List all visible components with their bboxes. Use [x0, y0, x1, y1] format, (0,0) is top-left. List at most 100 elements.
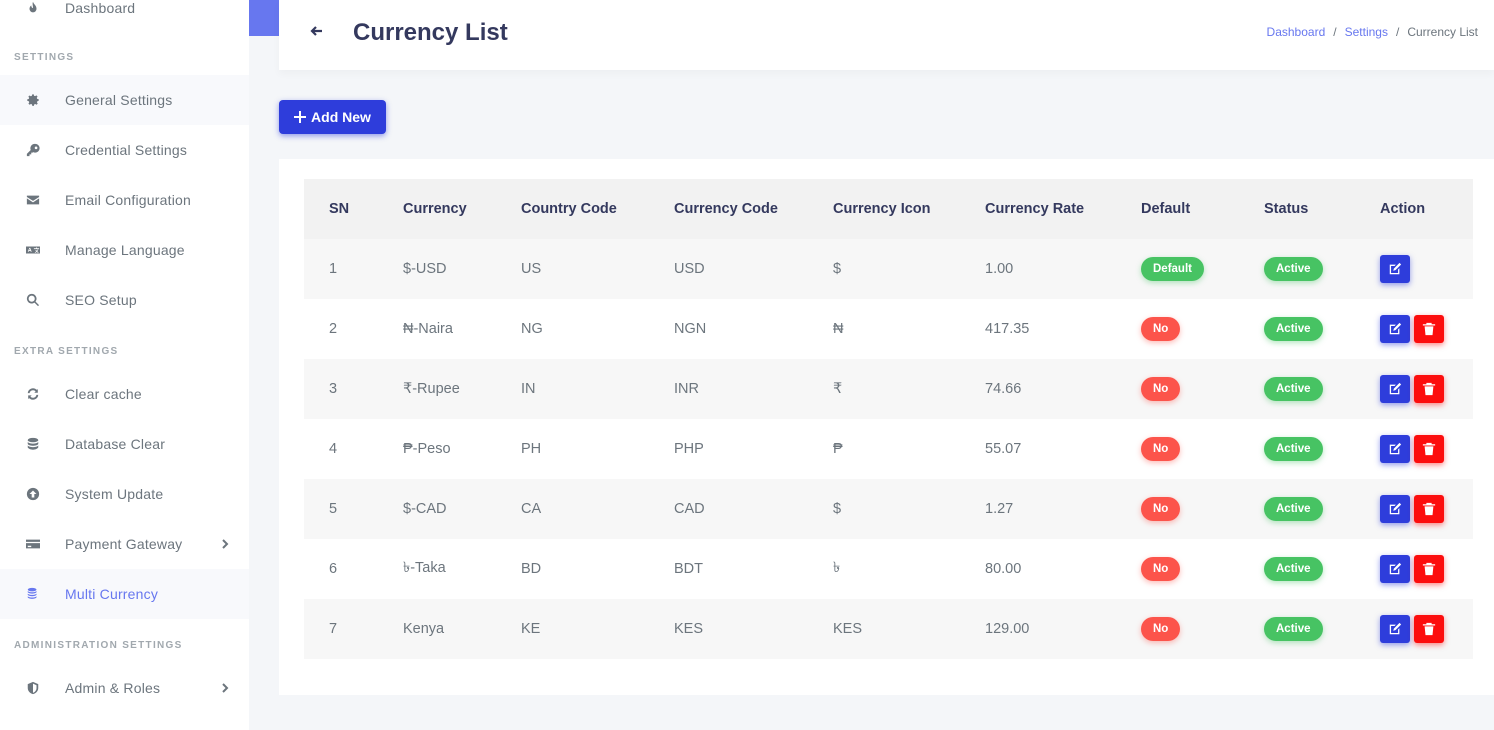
- delete-button[interactable]: [1414, 435, 1444, 463]
- trash-icon: [1422, 622, 1436, 636]
- cell-currency: $-CAD: [403, 501, 447, 517]
- delete-button[interactable]: [1414, 615, 1444, 643]
- envelope-icon: [25, 192, 41, 208]
- status-badge[interactable]: Active: [1264, 557, 1323, 581]
- trash-icon: [1422, 562, 1436, 576]
- status-badge[interactable]: Active: [1264, 317, 1323, 341]
- default-badge[interactable]: No: [1141, 437, 1181, 461]
- cell-country-code: US: [521, 261, 542, 277]
- cell-currency-icon: $: [833, 261, 842, 277]
- sidebar-item-admin-roles[interactable]: Admin & Roles: [0, 663, 249, 713]
- edit-button[interactable]: [1380, 615, 1410, 643]
- status-badge[interactable]: Active: [1264, 257, 1323, 281]
- cell-currency: Kenya: [403, 621, 445, 637]
- breadcrumb-settings[interactable]: Settings: [1345, 25, 1388, 39]
- edit-icon: [1388, 382, 1402, 396]
- column-header-sn[interactable]: SN: [329, 179, 349, 239]
- default-badge[interactable]: No: [1141, 557, 1181, 581]
- cell-sn: 7: [329, 621, 338, 637]
- status-badge[interactable]: Active: [1264, 377, 1323, 401]
- page-title: Currency List: [353, 19, 508, 46]
- cell-status: Active: [1264, 239, 1323, 299]
- sidebar-item-label: Multi Currency: [65, 586, 159, 602]
- cell-currency-code: BDT: [674, 561, 703, 577]
- edit-button[interactable]: [1380, 555, 1410, 583]
- cell-status: Active: [1264, 539, 1323, 599]
- cell-action: [1380, 359, 1444, 419]
- back-button[interactable]: [310, 24, 326, 40]
- sidebar-item-label: Credential Settings: [65, 142, 188, 158]
- status-badge[interactable]: Active: [1264, 497, 1323, 521]
- cell-status: Active: [1264, 299, 1323, 359]
- delete-button[interactable]: [1414, 375, 1444, 403]
- breadcrumb-separator: /: [1395, 25, 1400, 39]
- cell-default: No: [1141, 479, 1181, 539]
- cell-action: [1380, 419, 1444, 479]
- default-badge[interactable]: No: [1141, 377, 1181, 401]
- coins-icon: [25, 586, 41, 602]
- sidebar-item-dashboard[interactable]: Dashboard: [0, 0, 249, 33]
- cell-status: Active: [1264, 419, 1323, 479]
- column-header-currency-icon[interactable]: Currency Icon: [833, 179, 931, 239]
- cell-sn: 1: [329, 261, 338, 277]
- breadcrumb-dashboard[interactable]: Dashboard: [1267, 25, 1326, 39]
- status-badge[interactable]: Active: [1264, 437, 1323, 461]
- fire-icon: [25, 0, 41, 16]
- delete-button[interactable]: [1414, 495, 1444, 523]
- sidebar-item-email-configuration[interactable]: Email Configuration: [0, 175, 249, 225]
- column-header-currency-rate[interactable]: Currency Rate: [985, 179, 1084, 239]
- cell-status: Active: [1264, 479, 1323, 539]
- database-icon: [25, 436, 41, 452]
- table-row: 2 ₦-Naira NG NGN ₦ 417.35 No Active: [304, 299, 1473, 359]
- edit-button[interactable]: [1380, 315, 1410, 343]
- table-row: 7 Kenya KE KES KES 129.00 No Active: [304, 599, 1473, 659]
- edit-button[interactable]: [1380, 255, 1410, 283]
- column-header-currency-code[interactable]: Currency Code: [674, 179, 778, 239]
- default-badge[interactable]: No: [1141, 617, 1181, 641]
- edit-button[interactable]: [1380, 435, 1410, 463]
- column-header-default[interactable]: Default: [1141, 179, 1190, 239]
- currency-table: SN Currency Country Code Currency Code C…: [304, 179, 1473, 659]
- table-row: 4 ₱-Peso PH PHP ₱ 55.07 No Active: [304, 419, 1473, 479]
- sidebar-item-payment-gateway[interactable]: Payment Gateway: [0, 519, 249, 569]
- sidebar-item-credential-settings[interactable]: Credential Settings: [0, 125, 249, 175]
- search-icon: [25, 292, 41, 308]
- table-row: 5 $-CAD CA CAD $1.27 No Active: [304, 479, 1473, 539]
- cell-sn: 6: [329, 561, 338, 577]
- sidebar-item-general-settings[interactable]: General Settings: [0, 75, 249, 125]
- sidebar-item-label: Email Configuration: [65, 192, 191, 208]
- trash-icon: [1422, 382, 1436, 396]
- cell-country-code: CA: [521, 501, 542, 517]
- status-badge[interactable]: Active: [1264, 617, 1323, 641]
- cell-currency-icon: ₦: [833, 321, 844, 337]
- delete-button[interactable]: [1414, 315, 1444, 343]
- column-header-currency[interactable]: Currency: [403, 179, 467, 239]
- cell-default: No: [1141, 359, 1181, 419]
- sidebar-item-system-update[interactable]: System Update: [0, 469, 249, 519]
- sidebar-item-database-clear[interactable]: Database Clear: [0, 419, 249, 469]
- sidebar-item-multi-currency[interactable]: Multi Currency: [0, 569, 249, 619]
- add-new-button[interactable]: Add New: [279, 100, 386, 134]
- sidebar-section-settings: SETTINGS: [14, 52, 75, 63]
- sidebar-section-administration: ADMINISTRATION SETTINGS: [14, 640, 183, 651]
- sidebar-item-manage-language[interactable]: Manage Language: [0, 225, 249, 275]
- gear-icon: [25, 92, 41, 108]
- cell-currency-code: USD: [674, 261, 705, 277]
- cell-sn: 5: [329, 501, 338, 517]
- cell-action: [1380, 299, 1444, 359]
- sidebar-item-seo-setup[interactable]: SEO Setup: [0, 275, 249, 325]
- edit-button[interactable]: [1380, 375, 1410, 403]
- sidebar-item-label: System Update: [65, 486, 164, 502]
- cell-currency-rate: 55.07: [985, 441, 1022, 457]
- sidebar-item-clear-cache[interactable]: Clear cache: [0, 369, 249, 419]
- edit-button[interactable]: [1380, 495, 1410, 523]
- default-badge[interactable]: No: [1141, 497, 1181, 521]
- column-header-country-code[interactable]: Country Code: [521, 179, 617, 239]
- delete-button[interactable]: [1414, 555, 1444, 583]
- default-badge[interactable]: No: [1141, 317, 1181, 341]
- plus-icon: [294, 111, 307, 123]
- cell-status: Active: [1264, 599, 1323, 659]
- column-header-status[interactable]: Status: [1264, 179, 1308, 239]
- cell-country-code: PH: [521, 441, 542, 457]
- credit-card-icon: [25, 536, 41, 552]
